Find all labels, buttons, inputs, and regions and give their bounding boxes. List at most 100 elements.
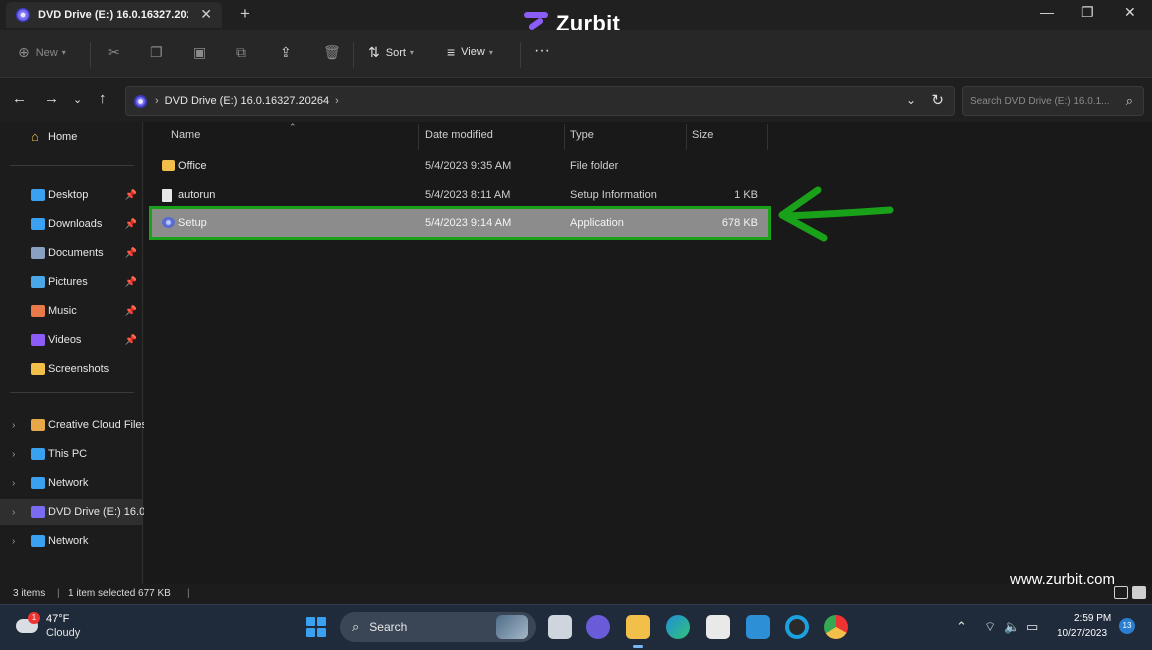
wifi-icon[interactable]: ⌔ — [984, 619, 996, 635]
forward-arrow-icon[interactable]: → — [44, 90, 59, 107]
sidebar-item-music[interactable]: Music 📌 — [0, 298, 143, 324]
rename-button[interactable]: ⧉ — [236, 44, 252, 61]
sidebar-item-this-pc[interactable]: › This PC — [0, 441, 143, 467]
copy-button[interactable]: ❐ — [150, 44, 169, 61]
file-name: Office — [178, 160, 207, 172]
expand-chevron-icon[interactable]: › — [12, 536, 15, 547]
scissors-icon: ✂ — [108, 44, 120, 60]
tiles-view-icon[interactable] — [1132, 586, 1146, 599]
tab-dvd-drive[interactable]: DVD Drive (E:) 16.0.16327.2026 ✕ — [6, 2, 222, 28]
sidebar-item-dvd-drive-e-16-0[interactable]: › DVD Drive (E:) 16.0. — [0, 499, 148, 525]
refresh-icon[interactable]: ↻ — [931, 91, 944, 109]
expand-chevron-icon[interactable]: › — [12, 478, 15, 489]
minimize-button[interactable]: — — [1040, 4, 1054, 20]
sidebar-item-videos[interactable]: Videos 📌 — [0, 327, 143, 353]
file-type: File folder — [570, 160, 619, 172]
navigation-pane: ⌂ Home Desktop 📌 Downloads 📌 Documents 📌 Pictu… — [0, 122, 148, 584]
column-header-size[interactable]: Size — [692, 129, 713, 141]
sidebar-item-documents[interactable]: Documents 📌 — [0, 240, 143, 266]
sidebar-item-creative-cloud-files[interactable]: › Creative Cloud Files — [0, 412, 147, 438]
file-size: 1 KB — [734, 188, 758, 201]
clock-time[interactable]: 2:59 PM — [1074, 613, 1111, 624]
sidebar-item-screenshots[interactable]: Screenshots — [0, 356, 143, 382]
search-box[interactable]: Search DVD Drive (E:) 16.0.1... ⌕ — [962, 86, 1144, 116]
green-arrow-annotation — [778, 186, 894, 242]
search-highlight-icon — [496, 615, 528, 639]
clock-date[interactable]: 10/27/2023 — [1057, 628, 1107, 639]
up-arrow-icon[interactable]: ↑ — [99, 90, 107, 107]
tab-close-icon[interactable]: ✕ — [200, 6, 212, 23]
teams-chat-icon[interactable] — [586, 615, 610, 639]
file-row-setup[interactable]: Setup 5/4/2023 9:14 AM Application 678 KB — [149, 206, 771, 240]
expand-chevron-icon[interactable]: › — [12, 449, 15, 460]
notification-badge[interactable]: 13 — [1119, 618, 1135, 634]
more-options-button[interactable]: ··· — [534, 42, 550, 60]
close-button[interactable]: ✕ — [1124, 4, 1136, 21]
file-explorer-icon[interactable] — [626, 615, 650, 648]
start-button[interactable] — [306, 617, 326, 637]
dvd-icon — [16, 8, 30, 22]
tray-overflow-icon[interactable]: ⌃ — [956, 619, 967, 635]
store-icon[interactable] — [706, 615, 730, 639]
status-bar: 3 items | 1 item selected 677 KB | — [0, 584, 1152, 604]
battery-icon[interactable]: ▭ — [1026, 619, 1038, 635]
share-button[interactable]: ⇪ — [280, 44, 298, 61]
sidebar-item-network[interactable]: › Network — [0, 470, 143, 496]
back-arrow-icon[interactable]: ← — [12, 90, 27, 107]
cortana-icon[interactable] — [785, 615, 809, 639]
column-header-name[interactable]: Name — [171, 129, 200, 141]
address-dropdown-icon[interactable]: ⌄ — [906, 93, 916, 107]
dvd-icon — [31, 506, 45, 518]
maximize-button[interactable]: ❐ — [1081, 4, 1094, 21]
pin-icon[interactable]: 📌 — [125, 306, 137, 317]
sort-button[interactable]: ⇅ Sort ▾ — [368, 44, 414, 61]
volume-icon[interactable]: 🔈 — [1004, 619, 1020, 635]
details-view-icon[interactable] — [1114, 586, 1128, 599]
sidebar-item-pictures[interactable]: Pictures 📌 — [0, 269, 143, 295]
folder-icon — [162, 160, 175, 171]
column-header-type[interactable]: Type — [570, 129, 594, 141]
sidebar-item-desktop[interactable]: Desktop 📌 — [0, 182, 143, 208]
address-bar[interactable]: › DVD Drive (E:) 16.0.16327.20264 › ⌄ ↻ — [125, 86, 955, 116]
pin-icon[interactable]: 📌 — [125, 219, 137, 230]
pin-icon[interactable]: 📌 — [125, 335, 137, 346]
sidebar-item-network[interactable]: › Network — [0, 528, 143, 554]
pin-icon[interactable]: 📌 — [125, 248, 137, 259]
title-bar: DVD Drive (E:) 16.0.16327.2026 ✕ + Zurbi… — [0, 0, 1152, 36]
taskbar-search[interactable]: ⌕ Search — [340, 612, 536, 642]
setup-app-icon — [162, 217, 175, 228]
sort-ascending-icon: ⌃ — [289, 122, 297, 132]
breadcrumb-path[interactable]: DVD Drive (E:) 16.0.16327.20264 — [165, 95, 329, 107]
chevron-down-icon: ▾ — [61, 48, 66, 57]
breadcrumb-chevron-icon: › — [155, 95, 159, 107]
new-tab-button[interactable]: + — [240, 4, 250, 24]
file-row-autorun[interactable]: autorun 5/4/2023 8:11 AM Setup Information… — [152, 181, 768, 209]
pin-icon[interactable]: 📌 — [125, 277, 137, 288]
recent-locations-icon[interactable]: ⌄ — [73, 93, 82, 106]
file-row-office[interactable]: Office 5/4/2023 9:35 AM File folder — [152, 152, 768, 180]
chrome-icon[interactable] — [824, 615, 848, 639]
l-app-icon[interactable] — [746, 615, 770, 639]
view-button[interactable]: ≡ View ▾ — [447, 44, 493, 60]
task-view-icon[interactable] — [548, 615, 572, 639]
sidebar-item-home[interactable]: ⌂ Home — [0, 124, 143, 150]
delete-button[interactable]: 🗑 — [323, 44, 347, 61]
expand-chevron-icon[interactable]: › — [12, 507, 15, 518]
new-button[interactable]: ⊕ New ▾ — [18, 44, 66, 61]
column-header-date[interactable]: Date modified — [425, 129, 493, 141]
address-row: ← → ⌄ ↑ › DVD Drive (E:) 16.0.16327.2026… — [0, 78, 1152, 122]
pin-icon[interactable]: 📌 — [125, 190, 137, 201]
sidebar-item-label: Pictures — [48, 276, 88, 288]
expand-chevron-icon[interactable]: › — [12, 420, 15, 431]
breadcrumb-chevron-icon[interactable]: › — [335, 95, 339, 107]
paste-button[interactable]: ▣ — [193, 44, 212, 61]
file-type: Setup Information — [570, 188, 657, 201]
cut-button[interactable]: ✂ — [108, 44, 126, 61]
view-icon: ≡ — [447, 44, 456, 60]
edge-icon[interactable] — [666, 615, 690, 639]
music-icon — [31, 305, 45, 317]
search-placeholder: Search DVD Drive (E:) 16.0.1... — [970, 95, 1110, 107]
dvd-icon — [134, 94, 147, 108]
sidebar-item-downloads[interactable]: Downloads 📌 — [0, 211, 143, 237]
trash-icon: 🗑 — [323, 44, 341, 60]
